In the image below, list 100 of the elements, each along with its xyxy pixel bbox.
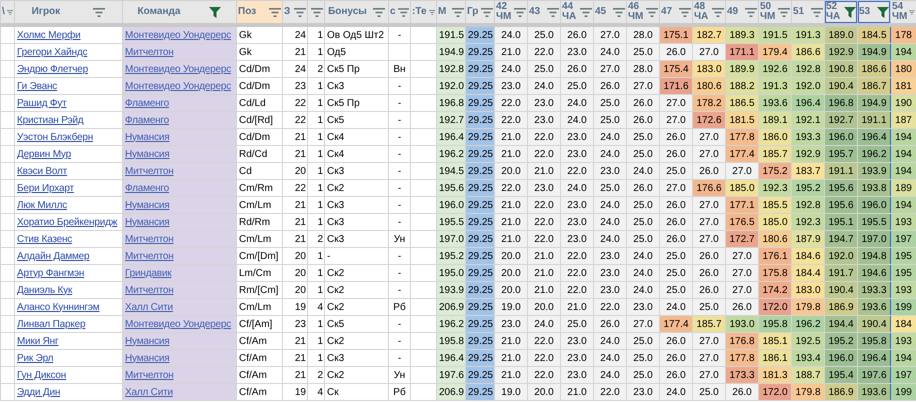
filter-icon[interactable] (811, 8, 823, 16)
player-link[interactable]: Кристиан Рэйд (17, 114, 84, 126)
table-cell: 171.6 (660, 78, 692, 94)
player-link[interactable]: Дервин Мур (17, 148, 71, 160)
filter-icon[interactable] (398, 8, 409, 16)
filter-icon[interactable] (679, 8, 691, 16)
filter-icon[interactable] (428, 8, 435, 16)
table-cell: 194.7 (824, 230, 858, 248)
player-link[interactable]: Люк Миллс (17, 200, 68, 210)
column-header[interactable]: Игрок (14, 0, 122, 25)
player-link[interactable]: Уэстон Блэкберн (17, 132, 94, 142)
column-header[interactable]: 43 (528, 0, 560, 25)
column-header[interactable]: Гр (466, 0, 494, 25)
player-link[interactable]: Гун Диксон (17, 370, 66, 380)
funnel-icon[interactable] (844, 6, 856, 18)
player-link[interactable]: Стив Казенс (17, 234, 72, 244)
column-header[interactable]: Команда (122, 0, 236, 25)
team-link[interactable]: Митчелтон (125, 284, 174, 296)
player-link[interactable]: Даниэль Кук (17, 284, 72, 296)
column-header[interactable]: 47 (660, 0, 692, 25)
filter-icon[interactable] (580, 8, 592, 16)
team-link[interactable]: Фламенго (125, 182, 170, 194)
player-link[interactable]: Рик Эрл (17, 352, 54, 364)
table-cell: 26.0 (594, 316, 626, 332)
column-header[interactable]: :Те (410, 0, 436, 25)
filter-icon[interactable] (269, 8, 281, 16)
filter-icon[interactable] (481, 8, 493, 16)
team-link[interactable]: Монтевидео Уондерерс (125, 80, 232, 92)
player-link[interactable]: Холмс Мерфи (17, 30, 81, 40)
team-link[interactable]: Нумансия (125, 336, 170, 346)
column-header[interactable]: Поз (236, 0, 282, 25)
column-header[interactable]: З (282, 0, 308, 25)
team-link[interactable]: Гриндавик (125, 268, 172, 278)
funnel-icon[interactable] (209, 6, 222, 18)
table-cell: Ск2 (324, 298, 388, 316)
table-cell: 21 (282, 366, 308, 384)
column-header[interactable]: 49 (726, 0, 758, 25)
filter-icon[interactable] (547, 8, 559, 16)
column-header[interactable]: 54 ЧМ (890, 0, 916, 25)
filter-icon[interactable] (745, 8, 757, 16)
column-header[interactable]: М (436, 0, 466, 25)
player-link[interactable]: Квэси Волт (17, 166, 68, 176)
column-header[interactable] (308, 0, 324, 25)
team-link[interactable]: Митчелтон (125, 166, 174, 176)
column-header[interactable]: 53 (858, 0, 890, 25)
column-header[interactable]: 52 ЧА (824, 0, 858, 25)
player-link[interactable]: Артур Фангмэн (17, 268, 84, 278)
filter-icon[interactable] (372, 8, 385, 16)
team-link[interactable]: Митчелтон (125, 46, 174, 58)
funnel-icon[interactable] (877, 6, 889, 18)
column-header[interactable]: 42 ЧМ (494, 0, 528, 25)
player-link[interactable]: Ги Эванс (17, 80, 58, 92)
player-link[interactable]: Грегори Хайндс (17, 46, 88, 58)
team-link[interactable]: Монтевидео Уондерерс (125, 318, 232, 330)
team-link[interactable]: Халл Сити (125, 302, 173, 312)
filter-icon[interactable] (311, 8, 323, 16)
player-link[interactable]: Алдайн Даммер (17, 250, 90, 262)
team-link[interactable]: Халл Сити (125, 386, 173, 398)
column-header[interactable]: 51 (792, 0, 824, 25)
team-link[interactable]: Нумансия (125, 352, 170, 364)
team-link[interactable]: Фламенго (125, 114, 170, 126)
player-link[interactable]: Эдди Дин (17, 386, 60, 398)
table-cell: Cm/Lm (236, 298, 282, 316)
filter-icon[interactable] (909, 8, 915, 16)
player-link[interactable]: Алансо Куннингэм (17, 302, 100, 312)
filter-icon[interactable] (712, 8, 724, 16)
team-link[interactable]: Фламенго (125, 98, 170, 108)
filter-icon[interactable] (778, 8, 790, 16)
column-header[interactable]: 50 ЧМ (758, 0, 792, 25)
column-header[interactable]: 44 ЧА (560, 0, 594, 25)
filter-icon[interactable] (613, 8, 625, 16)
column-header[interactable]: 48 ЧА (692, 0, 726, 25)
filter-icon[interactable] (646, 8, 658, 16)
team-link[interactable]: Монтевидео Уондерерс (125, 64, 232, 74)
column-header[interactable]: 45 (594, 0, 626, 25)
team-link[interactable]: Митчелтон (125, 370, 174, 380)
team-link[interactable]: Нумансия (125, 200, 170, 210)
player-link[interactable]: Мики Янг (17, 336, 58, 346)
filter-icon[interactable] (6, 8, 13, 16)
player-link[interactable]: Бери Ирхарт (17, 182, 74, 194)
filter-icon[interactable] (452, 8, 464, 16)
player-link[interactable]: Эндрю Флетчер (17, 64, 88, 74)
team-link[interactable]: Нумансия (125, 216, 170, 228)
team-link[interactable]: Нумансия (125, 148, 170, 160)
team-link[interactable]: Митчелтон (125, 234, 174, 244)
filter-icon[interactable] (93, 8, 106, 16)
filter-icon[interactable] (294, 8, 306, 16)
column-header[interactable]: 46 ЧМ (626, 0, 660, 25)
column-header[interactable]: Бонусы (324, 0, 388, 25)
column-label: 52 ЧА (826, 2, 840, 22)
column-header[interactable]: \ (0, 0, 14, 25)
team-link[interactable]: Монтевидео Уондерерс (125, 30, 232, 40)
player-link[interactable]: Линвал Паркер (17, 318, 86, 330)
column-header[interactable]: с (388, 0, 410, 25)
table-cell: 196.0 (436, 196, 466, 214)
team-link[interactable]: Митчелтон (125, 250, 174, 262)
team-link[interactable]: Нумансия (125, 132, 170, 142)
player-link[interactable]: Рашид Фут (17, 98, 67, 108)
filter-icon[interactable] (514, 8, 526, 16)
player-link[interactable]: Хоратио Брейкенридж (17, 216, 118, 228)
